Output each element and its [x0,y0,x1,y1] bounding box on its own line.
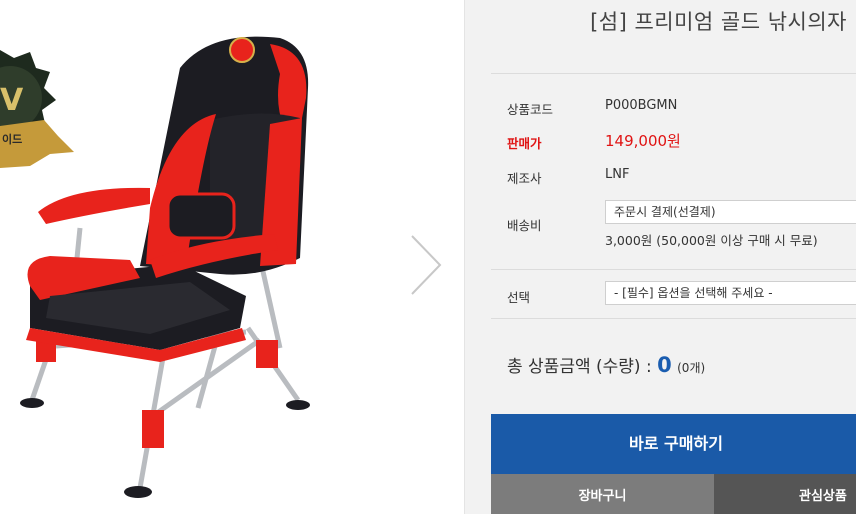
product-code-label: 상품코드 [507,102,554,117]
maker-value: LNF [605,167,630,182]
wishlist-button[interactable]: 관심상품 [714,474,856,514]
total-label: 총 상품금액 (수량) : [507,357,658,377]
maker-label: 제조사 [507,171,542,186]
total-quantity: (0개) [677,361,706,375]
shipping-label: 배송비 [507,218,542,233]
chevron-right-icon[interactable] [404,232,448,298]
total-amount: 0 [657,353,672,377]
total-price: 총 상품금액 (수량) : 0 (0개) [507,352,705,377]
divider [491,318,856,319]
price-value: 149,000원 [605,132,681,150]
product-code-value: P000BGMN [605,98,678,113]
divider [491,73,856,74]
shipping-note: 3,000원 (50,000원 이상 구매 시 무료) [605,233,818,248]
product-title: [섬] 프리미엄 골드 낚시의자 [590,10,847,34]
product-info-panel: [섬] 프리미엄 골드 낚시의자 상품코드 P000BGMN 판매가 149,0… [464,0,856,514]
add-to-cart-button[interactable]: 장바구니 [491,474,714,514]
price-label: 판매가 [507,136,542,151]
shipping-method-select[interactable]: 주문시 결제(선결제) [605,200,856,224]
product-image-gallery: V 이드 [0,0,464,514]
option-label: 선택 [507,290,531,305]
product-chair-image [20,36,310,498]
buy-now-button[interactable]: 바로 구매하기 [491,414,856,474]
option-select[interactable]: - [필수] 옵션을 선택해 주세요 - [605,281,856,305]
divider [491,269,856,270]
